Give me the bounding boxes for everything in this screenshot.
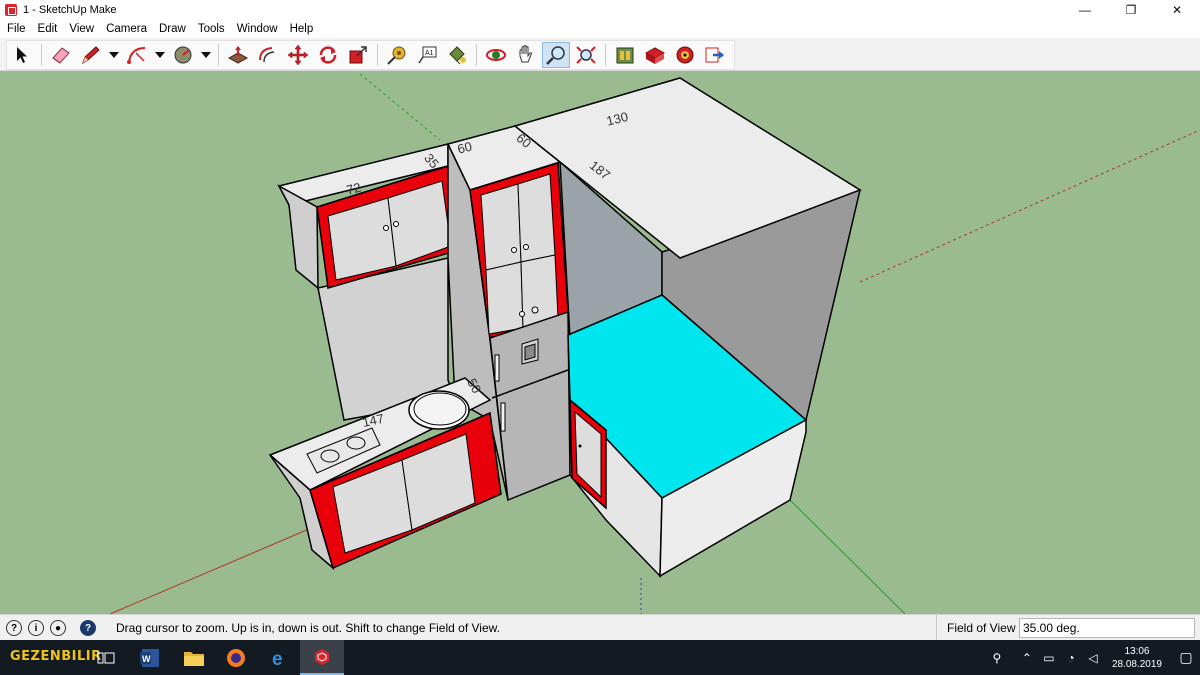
fridge-handle[interactable] (500, 402, 506, 432)
paint-bucket-tool-icon[interactable] (443, 42, 471, 68)
measurements-label: Field of View (936, 615, 1015, 641)
svg-text:A1: A1 (425, 50, 434, 57)
stove-burner (320, 449, 340, 463)
door-knob (519, 311, 525, 317)
fridge-display-screen (524, 343, 536, 361)
pan-tool-icon[interactable] (512, 42, 540, 68)
move-tool-icon[interactable] (284, 42, 312, 68)
menu-draw[interactable]: Draw (154, 23, 191, 35)
clock[interactable]: 13:06 28.08.2019 (1112, 645, 1162, 671)
door-knob (393, 221, 399, 227)
system-tray: ⚲ ⌃ ▭ ◔ ◁ 13:06 28.08.2019 ▢ (986, 640, 1200, 675)
red-axis-dashed (859, 129, 1200, 283)
credits-icon[interactable]: i (28, 620, 44, 636)
network-icon[interactable]: ◔ (1060, 651, 1082, 665)
file-explorer-icon[interactable] (172, 640, 216, 675)
chevron-down-icon[interactable] (199, 42, 213, 68)
status-bar: ? i ● ? Drag cursor to zoom. Up is in, d… (0, 614, 1200, 641)
word-icon[interactable]: W (128, 640, 172, 675)
chevron-down-icon[interactable] (107, 42, 121, 68)
toolbar-separator (605, 44, 606, 66)
chevron-down-icon[interactable] (153, 42, 167, 68)
chevron-up-icon[interactable]: ⌃ (1016, 651, 1038, 665)
menu-view[interactable]: View (64, 23, 99, 35)
restore-button[interactable]: ❐ (1108, 0, 1154, 20)
tape-measure-tool-icon[interactable] (383, 42, 411, 68)
people-icon[interactable]: ⚲ (986, 651, 1008, 665)
clock-date: 28.08.2019 (1111, 658, 1162, 670)
zoom-tool-icon[interactable] (542, 42, 570, 68)
user-icon[interactable]: ● (50, 620, 66, 636)
status-message: Drag cursor to zoom. Up is in, down is o… (116, 621, 500, 635)
sink-inner (413, 392, 467, 426)
toolbar-separator (377, 44, 378, 66)
tall-cabinet-door-1[interactable] (480, 183, 522, 271)
green-axis (789, 499, 906, 614)
select-tool-icon[interactable] (8, 42, 36, 68)
tall-cabinet-door-3[interactable] (485, 261, 524, 335)
menu-camera[interactable]: Camera (101, 23, 152, 35)
text-tool-icon[interactable]: A1 (413, 42, 441, 68)
orbit-tool-icon[interactable] (482, 42, 510, 68)
extension-warehouse-icon[interactable] (641, 42, 669, 68)
toolbar-separator (41, 44, 42, 66)
shapes-tool-icon[interactable] (169, 42, 197, 68)
green-axis-dashed (359, 73, 441, 141)
push-pull-tool-icon[interactable] (224, 42, 252, 68)
svg-text:e: e (272, 649, 283, 669)
3d-warehouse-icon[interactable] (611, 42, 639, 68)
toolbar-separator (476, 44, 477, 66)
door-knob (511, 247, 517, 253)
windows-taskbar: GEZENBILIR W e ⚲ ⌃ ▭ ◔ ◁ 13:06 28.08.201… (0, 640, 1200, 675)
clock-time: 13:06 (1124, 645, 1150, 657)
offset-tool-icon[interactable] (254, 42, 282, 68)
layout-icon[interactable] (671, 42, 699, 68)
tool-group: A1 (6, 40, 735, 70)
toolbar: A1 (0, 38, 1200, 71)
scale-tool-icon[interactable] (344, 42, 372, 68)
help-icon[interactable]: ? (80, 620, 96, 636)
eraser-tool-icon[interactable] (47, 42, 75, 68)
volume-icon[interactable]: ◁ (1082, 651, 1104, 665)
measurements-input[interactable]: 35.00 deg. (1019, 618, 1195, 638)
menu-edit[interactable]: Edit (33, 23, 63, 35)
stove-burner (346, 436, 366, 450)
model-drawing: 130 187 60 60 35 72 50 147 (109, 73, 1200, 614)
menu-file[interactable]: File (2, 23, 31, 35)
pencil-tool-icon[interactable] (77, 42, 105, 68)
arc-tool-icon[interactable] (123, 42, 151, 68)
close-button[interactable]: ✕ (1154, 0, 1200, 20)
tall-cabinet-door-2[interactable] (517, 173, 556, 263)
zoom-extents-tool-icon[interactable] (572, 42, 600, 68)
door-knob (578, 444, 582, 448)
menu-bar: File Edit View Camera Draw Tools Window … (0, 20, 1200, 38)
model-viewport[interactable]: 130 187 60 60 35 72 50 147 (0, 71, 1200, 614)
window-title: 1 - SketchUp Make (23, 4, 117, 16)
title-bar: 1 - SketchUp Make — ❐ ✕ (0, 0, 1200, 20)
minimize-button[interactable]: — (1062, 0, 1108, 20)
menu-window[interactable]: Window (232, 23, 283, 35)
menu-tools[interactable]: Tools (193, 23, 230, 35)
fridge-handle[interactable] (494, 354, 500, 382)
rotate-tool-icon[interactable] (314, 42, 342, 68)
upper-shelf-side (277, 184, 319, 290)
sketchup-taskbar-icon[interactable] (300, 640, 344, 675)
firefox-icon[interactable] (214, 640, 258, 675)
edge-icon[interactable]: e (258, 640, 302, 675)
menu-help[interactable]: Help (285, 23, 319, 35)
svg-text:W: W (142, 654, 151, 664)
door-knob (523, 244, 529, 250)
geo-location-icon[interactable]: ? (6, 620, 22, 636)
door-knob (383, 225, 389, 231)
toolbar-separator (218, 44, 219, 66)
sketchup-app-icon (5, 4, 17, 16)
red-axis (109, 519, 331, 614)
window-controls: — ❐ ✕ (1062, 0, 1200, 20)
task-view-icon[interactable] (84, 640, 128, 675)
send-to-layout-icon[interactable] (701, 42, 729, 68)
notification-icon[interactable]: ▢ (1172, 649, 1200, 666)
battery-icon[interactable]: ▭ (1038, 651, 1060, 665)
door-knob (531, 306, 539, 314)
